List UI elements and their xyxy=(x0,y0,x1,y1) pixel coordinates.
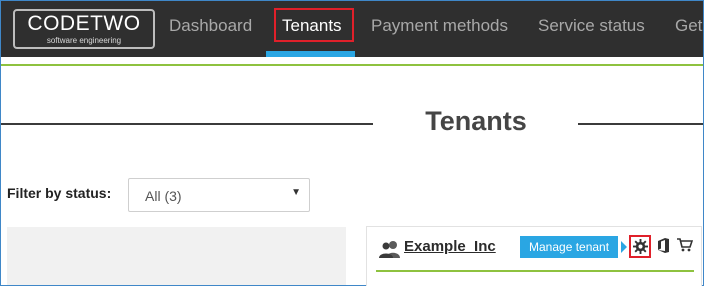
codetwo-logo[interactable]: CODETWO software engineering xyxy=(13,9,155,49)
user-group-icon xyxy=(379,241,400,258)
tooltip-arrow xyxy=(621,241,627,253)
nav-dashboard-label: Dashboard xyxy=(169,16,253,35)
status-filter-value: All (3) xyxy=(145,188,182,204)
gear-icon xyxy=(633,239,648,254)
tenant-card: Example_Inc Manage tenant xyxy=(366,226,702,286)
heading-rule-left xyxy=(1,123,373,125)
nav-get[interactable]: Get xyxy=(675,1,702,57)
nav-payment-methods-label: Payment methods xyxy=(371,16,509,35)
top-navigation-bar: CODETWO software engineering Dashboard T… xyxy=(1,1,703,57)
nav-tenants-label: Tenants xyxy=(282,16,342,35)
nav-get-label: Get xyxy=(675,16,703,35)
nav-tenants[interactable]: Tenants xyxy=(270,1,360,57)
filter-label: Filter by status: xyxy=(7,185,112,201)
header-divider xyxy=(1,64,703,66)
logo-tagline: software engineering xyxy=(46,36,122,45)
card-divider xyxy=(376,270,694,272)
nav-dashboard[interactable]: Dashboard xyxy=(169,1,252,57)
manage-tenant-tooltip: Manage tenant xyxy=(520,236,619,258)
heading-rule-right xyxy=(578,123,703,125)
page-title: Tenants xyxy=(425,106,527,136)
nav-service-status[interactable]: Service status xyxy=(538,1,645,57)
status-filter-select[interactable]: All (3) ▼ xyxy=(128,178,310,212)
manage-tenant-button[interactable] xyxy=(629,235,651,258)
logo-text: CODETWO xyxy=(27,12,141,35)
chevron-down-icon: ▼ xyxy=(291,187,301,198)
cart-icon[interactable] xyxy=(677,238,693,252)
tenant-name-link[interactable]: Example_Inc xyxy=(404,238,496,255)
left-panel xyxy=(7,227,346,285)
nav-payment-methods[interactable]: Payment methods xyxy=(371,1,508,57)
nav-service-status-label: Service status xyxy=(538,16,645,35)
active-tab-indicator xyxy=(266,51,355,57)
office-icon[interactable] xyxy=(657,238,670,253)
